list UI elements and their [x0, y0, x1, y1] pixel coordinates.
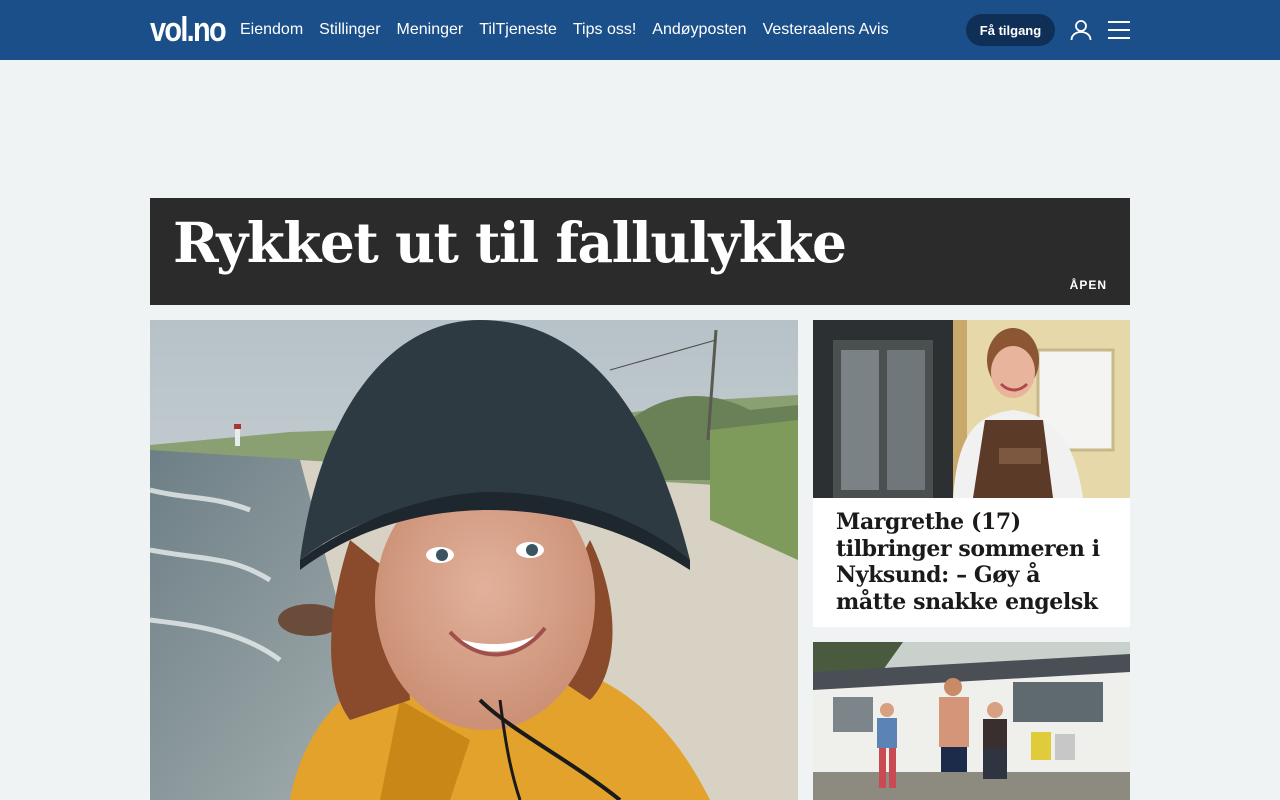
user-icon[interactable]: [1069, 18, 1093, 42]
nav-item-tips-oss[interactable]: Tips oss!: [573, 21, 636, 39]
main-nav: Eiendom Stillinger Meninger TilTjeneste …: [240, 0, 889, 60]
teaser-image-runners[interactable]: [813, 642, 1130, 800]
nav-item-stillinger[interactable]: Stillinger: [319, 21, 380, 39]
site-header: vol.no Eiendom Stillinger Meninger TilTj…: [0, 0, 1280, 60]
main-teaser-image[interactable]: [150, 320, 798, 800]
teaser-card-nyksund[interactable]: Margrethe (17) tilbringer sommeren i Nyk…: [813, 320, 1130, 627]
nav-item-meninger[interactable]: Meninger: [397, 21, 464, 39]
get-access-button[interactable]: Få tilgang: [966, 14, 1055, 46]
nav-item-vesteraalens-avis[interactable]: Vesteraalens Avis: [763, 21, 889, 39]
nav-item-eiendom[interactable]: Eiendom: [240, 21, 303, 39]
breaking-banner[interactable]: Rykket ut til fallulykke ÅPEN: [150, 198, 1130, 305]
hamburger-menu-icon[interactable]: [1107, 18, 1131, 42]
open-access-badge: ÅPEN: [1069, 278, 1107, 292]
nav-item-tiltjeneste[interactable]: TilTjeneste: [479, 21, 557, 39]
banner-headline[interactable]: Rykket ut til fallulykke: [173, 210, 847, 276]
ad-space: [0, 60, 1280, 198]
nav-item-andoyposten[interactable]: Andøyposten: [652, 21, 746, 39]
teaser-image-nyksund[interactable]: [813, 320, 1130, 498]
site-logo[interactable]: vol.no: [150, 10, 227, 50]
teaser-headline-nyksund[interactable]: Margrethe (17) tilbringer sommeren i Nyk…: [836, 509, 1116, 615]
